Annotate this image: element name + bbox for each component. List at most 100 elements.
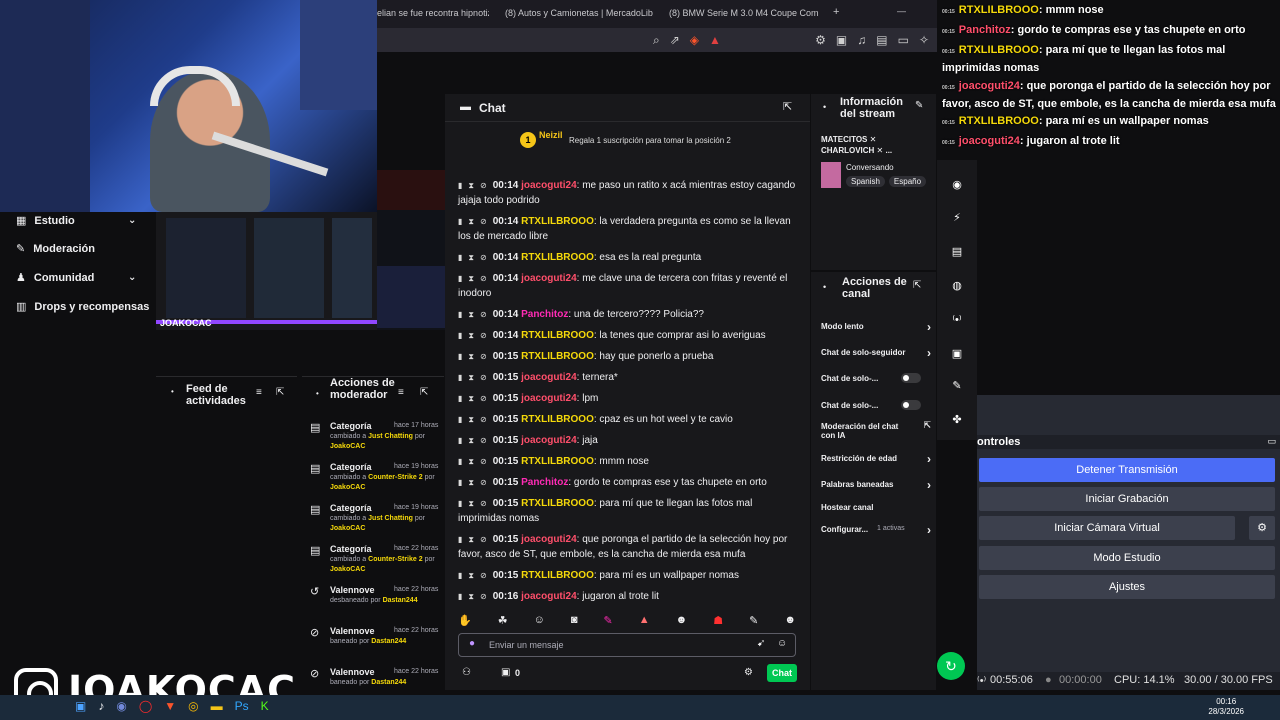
- timeout-icon[interactable]: ⧗: [468, 331, 474, 340]
- chat-message[interactable]: ▮ ⧗ ⊘ 00:15 joacoguti24: que poronga el par…: [458, 532, 803, 562]
- emote-icon[interactable]: ☗: [713, 614, 723, 628]
- tag[interactable]: Spanish: [846, 176, 885, 187]
- emote-icon[interactable]: ☻: [784, 614, 796, 628]
- edit-icon[interactable]: ✎: [915, 100, 923, 111]
- explorer-app-icon[interactable]: ▬: [211, 699, 223, 713]
- message-username[interactable]: RTXLILBROOO: [521, 330, 594, 341]
- message-username[interactable]: joacoguti24: [521, 372, 577, 383]
- timeout-icon[interactable]: ⧗: [468, 571, 474, 580]
- chat-message[interactable]: ▮ ⧗ ⊘ 00:15 Panchitoz: gordo te compras ese…: [458, 475, 803, 490]
- channel-action-row[interactable]: Hostear canal: [821, 503, 931, 512]
- toggle-switch[interactable]: [901, 400, 921, 410]
- timeout-icon[interactable]: ⧗: [468, 352, 474, 361]
- pin-icon[interactable]: ▮: [458, 274, 462, 283]
- new-tab-button[interactable]: +: [833, 6, 839, 18]
- message-username[interactable]: RTXLILBROOO: [521, 252, 594, 263]
- chevron-down-icon[interactable]: ⌄: [128, 272, 136, 283]
- zoom-icon[interactable]: ⌕: [653, 33, 660, 48]
- ad-icon[interactable]: ▣: [947, 344, 967, 364]
- stream-preview[interactable]: [156, 212, 377, 330]
- message-username[interactable]: RTXLILBROOO: [521, 351, 594, 362]
- virtual-camera-settings-button[interactable]: ⚙: [1249, 516, 1275, 540]
- message-username[interactable]: joacoguti24: [521, 180, 577, 191]
- pin-icon[interactable]: ▮: [458, 253, 462, 262]
- channel-action-row[interactable]: Configurar... 1 activas ›: [821, 523, 931, 537]
- pred-icon[interactable]: ⚇: [462, 667, 471, 678]
- emote-icon[interactable]: ☻: [676, 614, 688, 628]
- emote-icon[interactable]: ☘: [498, 614, 508, 628]
- message-username[interactable]: RTXLILBROOO: [521, 414, 594, 425]
- opera-app-icon[interactable]: ◯: [139, 699, 152, 713]
- sidebar-icon[interactable]: ▤: [876, 33, 887, 47]
- sub-leaderboard[interactable]: 1 Neizil Regala 1 suscripción para tomar…: [445, 124, 810, 158]
- sidebar-item-comunidad[interactable]: ♟ Comunidad ⌄: [16, 271, 136, 285]
- leo-icon[interactable]: ✧: [919, 33, 929, 47]
- browser-tab[interactable]: (8) BMW Serie M 3.0 M4 Coupe Com: [669, 8, 819, 18]
- chat-message[interactable]: ▮ ⧗ ⊘ 00:15 RTXLILBROOO: para mí es un wall…: [458, 568, 803, 583]
- chevron-down-icon[interactable]: ⌄: [128, 215, 136, 226]
- ban-icon[interactable]: ⊘: [480, 457, 487, 466]
- discord-app-icon[interactable]: ◉: [116, 699, 126, 713]
- popout-icon[interactable]: ⇱: [783, 100, 792, 113]
- emote-icon[interactable]: ✎: [749, 614, 758, 628]
- timeout-icon[interactable]: ⧗: [468, 394, 474, 403]
- start-recording-button[interactable]: Iniciar Grabación: [979, 487, 1275, 511]
- points-icon[interactable]: ▣: [501, 667, 510, 678]
- message-username[interactable]: joacoguti24: [521, 393, 577, 404]
- chat-message[interactable]: ▮ ⧗ ⊘ 00:15 joacoguti24: jaja: [458, 433, 803, 448]
- category-name[interactable]: Conversando: [846, 163, 894, 172]
- settings-icon[interactable]: ⚙: [744, 667, 753, 678]
- extension-icon[interactable]: ⚙: [815, 33, 826, 47]
- chat-input-box[interactable]: ● Enviar un mensaje ➹ ☺: [458, 633, 796, 657]
- chat-message[interactable]: ▮ ⧗ ⊘ 00:15 joacoguti24: ternera*: [458, 370, 803, 385]
- chat-message[interactable]: ▮ ⧗ ⊘ 00:14 Panchitoz: una de tercero???? P…: [458, 307, 803, 322]
- signal-icon[interactable]: ⁽•⁾: [947, 310, 967, 330]
- timeout-icon[interactable]: ⧗: [468, 181, 474, 190]
- chat-message[interactable]: ▮ ⧗ ⊘ 00:15 RTXLILBROOO: mmm nose: [458, 454, 803, 469]
- ban-icon[interactable]: ⊘: [480, 415, 487, 424]
- popout-icon[interactable]: ⇱: [420, 387, 428, 398]
- message-username[interactable]: RTXLILBROOO: [521, 216, 594, 227]
- pin-icon[interactable]: ▮: [458, 436, 462, 445]
- camera-icon[interactable]: ◉: [947, 175, 967, 195]
- pin-icon[interactable]: ▮: [458, 571, 462, 580]
- chat-message[interactable]: ▮ ⧗ ⊘ 00:15 RTXLILBROOO: para mí que te lle…: [458, 496, 803, 526]
- studio-mode-button[interactable]: Modo Estudio: [979, 546, 1275, 570]
- channel-action-row[interactable]: Chat de solo-seguidor ›: [821, 346, 931, 360]
- channel-action-row[interactable]: Palabras baneadas ›: [821, 478, 931, 492]
- pin-icon[interactable]: ▮: [458, 394, 462, 403]
- tiktok-app-icon[interactable]: ♪: [98, 699, 104, 713]
- channel-action-row[interactable]: Moderación del chat con IA ⇱: [821, 420, 931, 440]
- message-username[interactable]: RTXLILBROOO: [521, 498, 594, 509]
- add-action-icon[interactable]: ✤: [947, 410, 967, 430]
- wallet-icon[interactable]: ▭: [898, 33, 909, 47]
- message-username[interactable]: joacoguti24: [521, 534, 577, 545]
- emote-icon[interactable]: ☺: [534, 614, 545, 628]
- emote-icon[interactable]: ✎: [604, 614, 613, 628]
- brave-app-icon[interactable]: ▼: [164, 699, 176, 713]
- ban-icon[interactable]: ⊘: [480, 352, 487, 361]
- ban-icon[interactable]: ⊘: [480, 373, 487, 382]
- chat-message[interactable]: ▮ ⧗ ⊘ 00:15 RTXLILBROOO: hay que ponerlo a …: [458, 349, 803, 364]
- chat-send-button[interactable]: Chat: [767, 664, 797, 682]
- pin-icon[interactable]: ▮: [458, 181, 462, 190]
- pin-icon[interactable]: ▮: [458, 310, 462, 319]
- share-icon[interactable]: ⇗: [670, 33, 680, 48]
- filter-icon[interactable]: ≡: [256, 387, 262, 398]
- timeout-icon[interactable]: ⧗: [468, 310, 474, 319]
- message-username[interactable]: Panchitoz: [521, 309, 568, 320]
- ban-icon[interactable]: ⊘: [480, 436, 487, 445]
- message-username[interactable]: RTXLILBROOO: [521, 570, 594, 581]
- ban-icon[interactable]: ⊘: [480, 217, 487, 226]
- chat-message[interactable]: ▮ ⧗ ⊘ 00:16 joacoguti24: jugaron al trote l…: [458, 589, 803, 604]
- pin-icon[interactable]: ▮: [458, 331, 462, 340]
- dock-icon[interactable]: ▭: [1267, 436, 1276, 447]
- pin-icon[interactable]: ▮: [458, 592, 462, 601]
- ban-icon[interactable]: ⊘: [480, 181, 487, 190]
- photoshop-app-icon[interactable]: Ps: [235, 699, 249, 713]
- ban-icon[interactable]: ⊘: [480, 394, 487, 403]
- message-username[interactable]: joacoguti24: [521, 435, 577, 446]
- timeout-icon[interactable]: ⧗: [468, 415, 474, 424]
- ban-icon[interactable]: ⊘: [480, 535, 487, 544]
- message-username[interactable]: joacoguti24: [521, 591, 577, 602]
